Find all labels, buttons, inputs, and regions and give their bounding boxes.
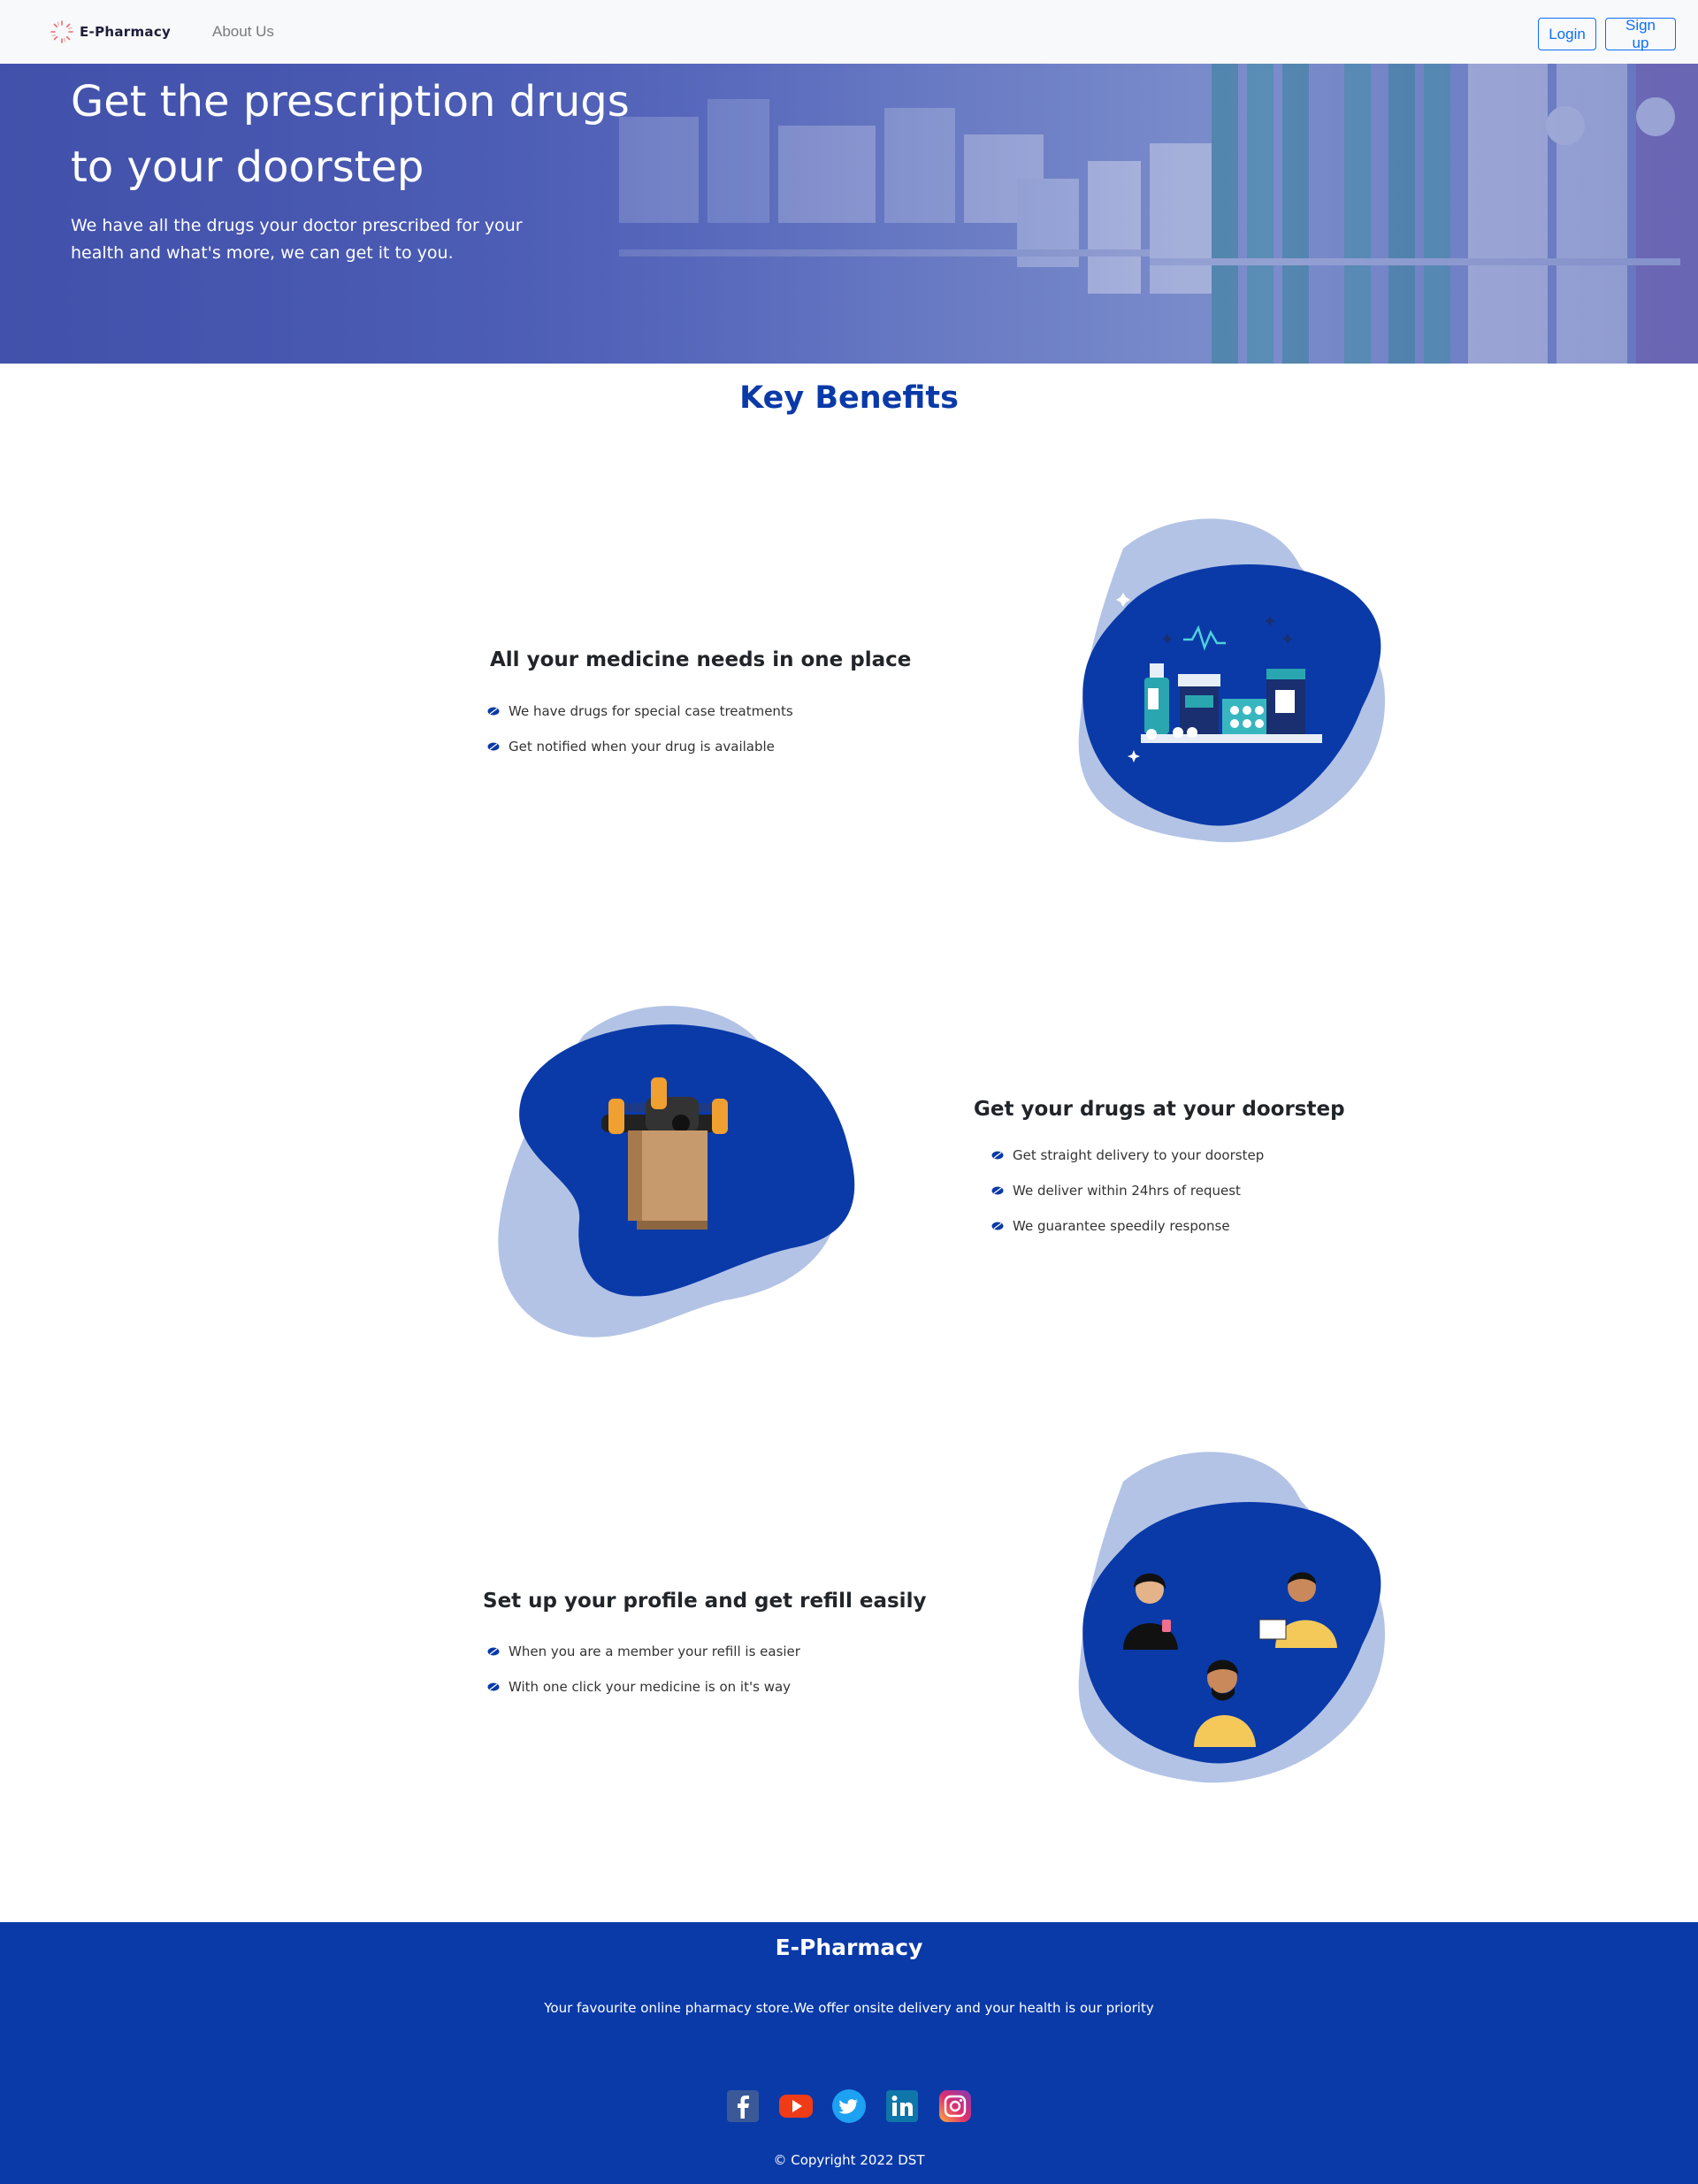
signup-button[interactable]: Sign up xyxy=(1605,17,1676,51)
hero-banner: Get the prescription drugs to your doors… xyxy=(0,64,1698,364)
brand-name: E-Pharmacy xyxy=(80,24,172,40)
feature-2-list: Get straight delivery to your doorstep W… xyxy=(991,1138,1264,1244)
feature-2-title: Get your drugs at your doorstep xyxy=(974,1098,1345,1121)
pill-icon xyxy=(991,1186,1004,1195)
medicine-bottles-illustration xyxy=(1078,518,1386,843)
footer-tagline: Your favourite online pharmacy store.We … xyxy=(544,2000,1154,2016)
youtube-icon[interactable] xyxy=(778,2088,814,2124)
brand-logo-icon xyxy=(50,20,73,43)
feature-2-bullet-3: We guarantee speedily response xyxy=(1013,1218,1230,1234)
top-navbar: E-Pharmacy About Us Login Sign up xyxy=(0,0,1698,64)
feature-2-bullet-2: We deliver within 24hrs of request xyxy=(1013,1183,1241,1199)
site-footer: E-Pharmacy Your favourite online pharmac… xyxy=(0,1922,1698,2184)
feature-1-list: We have drugs for special case treatment… xyxy=(487,694,793,764)
instagram-icon[interactable] xyxy=(937,2088,973,2124)
feature-1-title: All your medicine needs in one place xyxy=(490,648,912,671)
footer-brand: E-Pharmacy xyxy=(775,1935,923,1960)
facebook-icon[interactable] xyxy=(725,2088,761,2124)
feature-3-list: When you are a member your refill is eas… xyxy=(487,1634,800,1705)
hero-title: Get the prescription drugs to your doors… xyxy=(71,77,630,192)
pill-icon xyxy=(991,1151,1004,1160)
copyright-text: © Copyright 2022 DST xyxy=(773,2152,925,2168)
pill-icon xyxy=(487,707,500,716)
people-profile-illustration xyxy=(1078,1452,1386,1783)
delivery-drone-illustration xyxy=(498,1006,855,1337)
feature-3-bullet-1: When you are a member your refill is eas… xyxy=(509,1644,800,1659)
login-button[interactable]: Login xyxy=(1538,18,1596,50)
feature-3-title: Set up your profile and get refill easil… xyxy=(483,1590,927,1613)
list-item: We deliver within 24hrs of request xyxy=(991,1173,1264,1208)
linkedin-icon[interactable] xyxy=(884,2088,920,2124)
pill-icon xyxy=(991,1222,1004,1230)
feature-1-bullet-2: Get notified when your drug is available xyxy=(509,739,775,755)
hero-subtitle: We have all the drugs your doctor prescr… xyxy=(71,216,523,263)
key-benefits-heading: Key Benefits xyxy=(739,380,959,416)
nav-about-us-link[interactable]: About Us xyxy=(212,23,274,41)
social-links xyxy=(725,2088,973,2124)
brand-link[interactable]: E-Pharmacy xyxy=(50,18,171,46)
twitter-icon[interactable] xyxy=(831,2088,867,2124)
list-item: With one click your medicine is on it's … xyxy=(487,1669,800,1705)
list-item: We guarantee speedily response xyxy=(991,1208,1264,1244)
list-item: We have drugs for special case treatment… xyxy=(487,694,793,729)
list-item: Get straight delivery to your doorstep xyxy=(991,1138,1264,1173)
list-item: Get notified when your drug is available xyxy=(487,729,793,764)
feature-1-bullet-1: We have drugs for special case treatment… xyxy=(509,703,793,719)
list-item: When you are a member your refill is eas… xyxy=(487,1634,800,1669)
pill-icon xyxy=(487,1682,500,1691)
feature-3-bullet-2: With one click your medicine is on it's … xyxy=(509,1679,792,1695)
pill-icon xyxy=(487,742,500,751)
pill-icon xyxy=(487,1647,500,1656)
feature-2-bullet-1: Get straight delivery to your doorstep xyxy=(1013,1147,1265,1163)
